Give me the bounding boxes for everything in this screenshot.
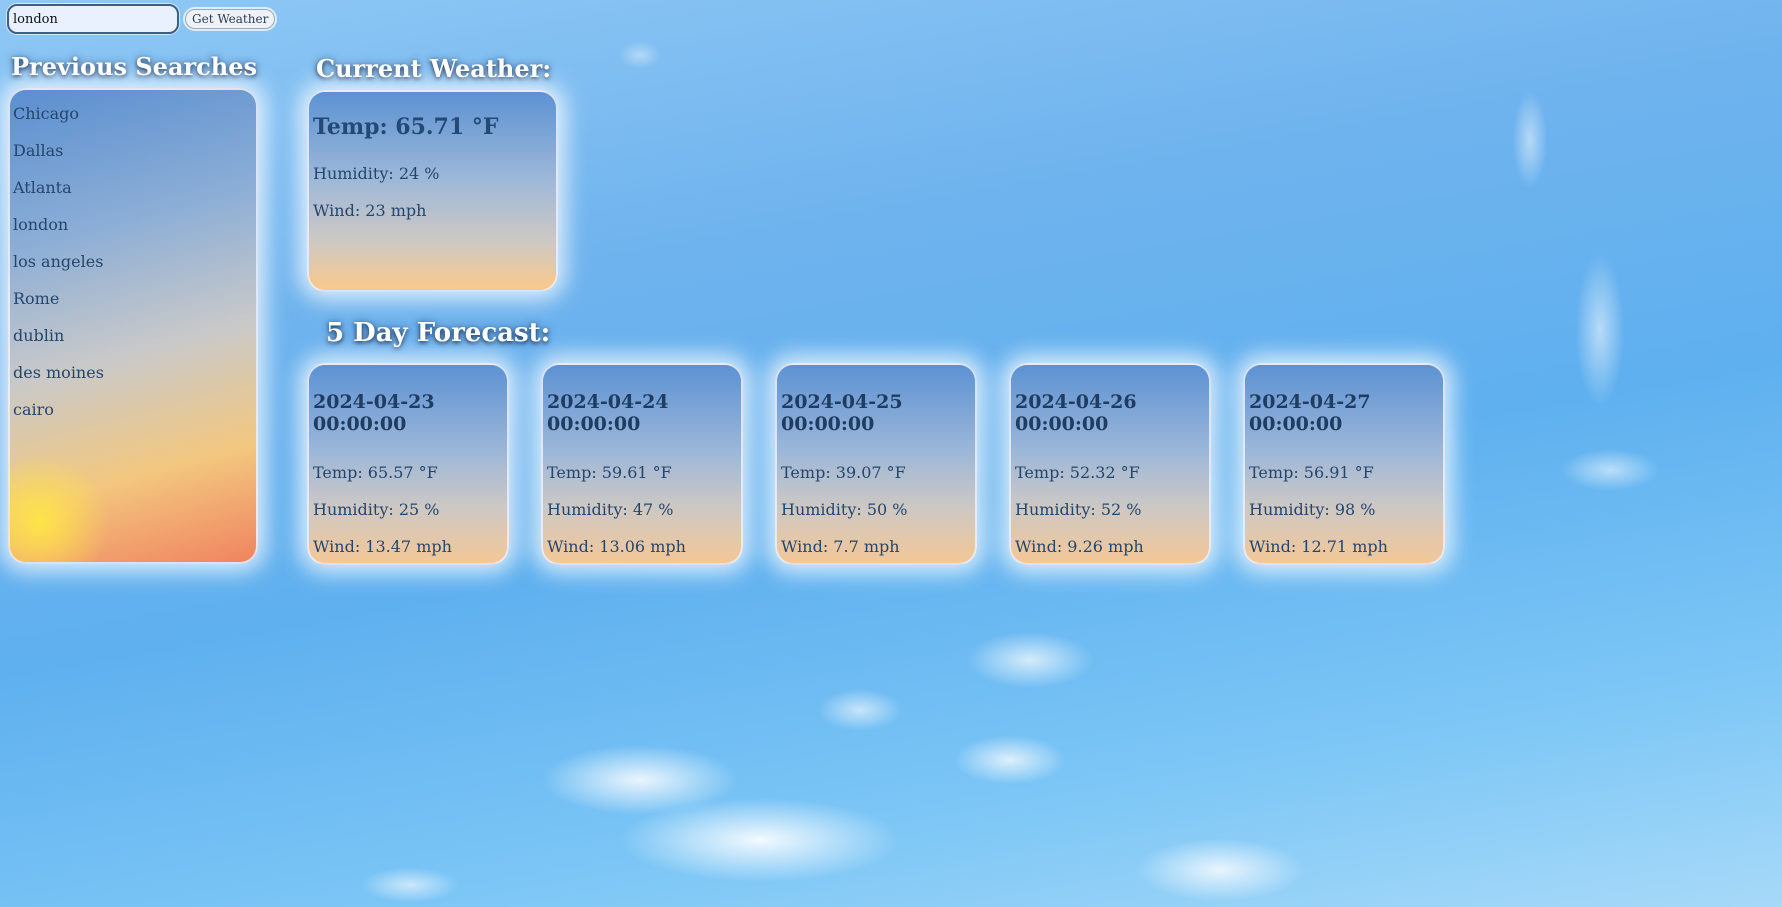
current-weather-title: Current Weather: bbox=[316, 54, 552, 83]
forecast-humidity: Humidity: 98 % bbox=[1249, 500, 1376, 519]
current-wind: Wind: 23 mph bbox=[313, 201, 427, 220]
forecast-wind: Wind: 7.7 mph bbox=[781, 537, 900, 556]
forecast-date: 2024-04-24 00:00:00 bbox=[547, 391, 669, 435]
history-item-chicago[interactable]: Chicago bbox=[13, 104, 79, 123]
search-bar: Get Weather bbox=[7, 4, 276, 34]
forecast-wind: Wind: 13.06 mph bbox=[547, 537, 686, 556]
forecast-wind: Wind: 9.26 mph bbox=[1015, 537, 1144, 556]
forecast-temp: Temp: 59.61 °F bbox=[547, 463, 672, 482]
forecast-card-day-1: 2024-04-23 00:00:00 Temp: 65.57 °F Humid… bbox=[307, 363, 509, 565]
history-item-dublin[interactable]: dublin bbox=[13, 326, 64, 345]
current-humidity: Humidity: 24 % bbox=[313, 164, 440, 183]
forecast-date: 2024-04-23 00:00:00 bbox=[313, 391, 435, 435]
forecast-humidity: Humidity: 47 % bbox=[547, 500, 674, 519]
forecast-temp: Temp: 39.07 °F bbox=[781, 463, 906, 482]
city-search-input[interactable] bbox=[7, 4, 179, 34]
forecast-title: 5 Day Forecast: bbox=[326, 318, 551, 348]
get-weather-button[interactable]: Get Weather bbox=[185, 9, 276, 29]
forecast-humidity: Humidity: 52 % bbox=[1015, 500, 1142, 519]
forecast-wind: Wind: 13.47 mph bbox=[313, 537, 452, 556]
history-item-cairo[interactable]: cairo bbox=[13, 400, 54, 419]
history-item-rome[interactable]: Rome bbox=[13, 289, 59, 308]
history-item-des-moines[interactable]: des moines bbox=[13, 363, 104, 382]
forecast-date: 2024-04-26 00:00:00 bbox=[1015, 391, 1137, 435]
forecast-wind: Wind: 12.71 mph bbox=[1249, 537, 1388, 556]
previous-searches-title: Previous Searches bbox=[11, 52, 257, 81]
history-item-london[interactable]: london bbox=[13, 215, 68, 234]
current-weather-card: Temp: 65.71 °F Humidity: 24 % Wind: 23 m… bbox=[307, 90, 558, 292]
forecast-card-day-5: 2024-04-27 00:00:00 Temp: 56.91 °F Humid… bbox=[1243, 363, 1445, 565]
forecast-card-day-4: 2024-04-26 00:00:00 Temp: 52.32 °F Humid… bbox=[1009, 363, 1211, 565]
history-item-dallas[interactable]: Dallas bbox=[13, 141, 63, 160]
history-item-atlanta[interactable]: Atlanta bbox=[13, 178, 72, 197]
forecast-temp: Temp: 56.91 °F bbox=[1249, 463, 1374, 482]
forecast-humidity: Humidity: 25 % bbox=[313, 500, 440, 519]
forecast-card-day-2: 2024-04-24 00:00:00 Temp: 59.61 °F Humid… bbox=[541, 363, 743, 565]
forecast-date: 2024-04-25 00:00:00 bbox=[781, 391, 903, 435]
current-temp: Temp: 65.71 °F bbox=[313, 114, 499, 140]
forecast-humidity: Humidity: 50 % bbox=[781, 500, 908, 519]
forecast-card-day-3: 2024-04-25 00:00:00 Temp: 39.07 °F Humid… bbox=[775, 363, 977, 565]
forecast-temp: Temp: 65.57 °F bbox=[313, 463, 438, 482]
forecast-date: 2024-04-27 00:00:00 bbox=[1249, 391, 1371, 435]
forecast-temp: Temp: 52.32 °F bbox=[1015, 463, 1140, 482]
history-item-los-angeles[interactable]: los angeles bbox=[13, 252, 103, 271]
previous-searches-panel: Chicago Dallas Atlanta london los angele… bbox=[8, 88, 258, 564]
